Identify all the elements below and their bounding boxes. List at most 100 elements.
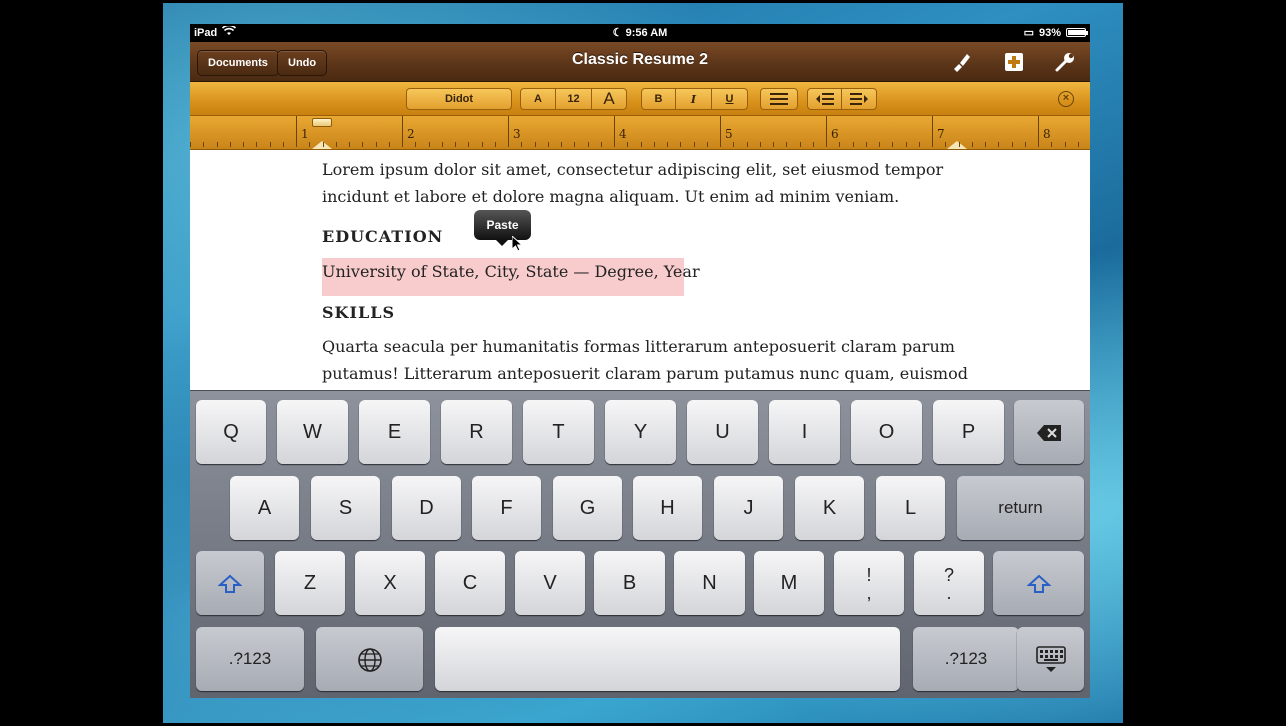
key-w[interactable]: W	[277, 400, 348, 464]
key-c[interactable]: C	[435, 551, 505, 615]
key-p[interactable]: P	[933, 400, 1004, 464]
left-margin-marker[interactable]	[312, 141, 332, 149]
body-text-line[interactable]: incidunt et labore et dolore magna aliqu…	[322, 187, 899, 206]
space-bar[interactable]	[435, 627, 900, 691]
education-text[interactable]: University of State, City, State — Degre…	[322, 262, 700, 281]
underline-button[interactable]: U	[712, 89, 747, 109]
key-exclamation-comma[interactable]: !,	[834, 551, 904, 615]
ruler-minor-tick	[574, 142, 575, 147]
ruler-minor-tick	[972, 142, 973, 147]
globe-key[interactable]	[316, 627, 423, 691]
airplay-icon: ▭	[1023, 27, 1034, 39]
key-j[interactable]: J	[714, 476, 783, 540]
key-g[interactable]: G	[553, 476, 622, 540]
skills-text-line[interactable]: Quarta seacula per humanitatis formas li…	[322, 337, 955, 356]
ruler-number: 4	[619, 127, 627, 141]
shift-icon	[217, 572, 243, 594]
key-h[interactable]: H	[633, 476, 702, 540]
ruler-major-tick	[402, 116, 403, 142]
numbers-key-left[interactable]: .?123	[196, 627, 304, 691]
font-smaller-button[interactable]: A	[521, 89, 556, 109]
education-heading[interactable]: EDUCATION	[322, 227, 443, 246]
key-d[interactable]: D	[392, 476, 461, 540]
shift-key-left[interactable]	[196, 551, 264, 615]
ruler-major-tick	[508, 116, 509, 142]
ruler-minor-tick	[786, 142, 787, 147]
font-larger-button[interactable]: A	[592, 89, 626, 109]
ruler-minor-tick	[442, 142, 443, 147]
ruler-minor-tick	[694, 142, 695, 147]
ruler-minor-tick	[270, 142, 271, 147]
close-format-bar-icon[interactable]: ×	[1058, 91, 1074, 107]
ruler-minor-tick	[455, 142, 456, 147]
key-k[interactable]: K	[795, 476, 864, 540]
status-bar: iPad ☾ 9:56 AM ▭ 93%	[190, 24, 1090, 42]
key-n[interactable]: N	[674, 551, 745, 615]
right-margin-marker[interactable]	[947, 141, 967, 149]
ruler-minor-tick	[323, 142, 324, 147]
key-z[interactable]: Z	[275, 551, 345, 615]
key-y[interactable]: Y	[605, 400, 676, 464]
ruler-minor-tick	[680, 142, 681, 147]
status-time: 9:56 AM	[625, 27, 668, 39]
key-f[interactable]: F	[472, 476, 541, 540]
skills-heading[interactable]: SKILLS	[322, 303, 395, 322]
key-l[interactable]: L	[876, 476, 945, 540]
ruler-major-tick	[1038, 116, 1039, 142]
font-name-button[interactable]: Didot	[406, 88, 512, 110]
key-bottom-symbol: .	[946, 582, 952, 603]
backspace-key[interactable]	[1014, 400, 1084, 464]
ruler-number: 2	[407, 127, 415, 141]
ruler-minor-tick	[203, 142, 204, 147]
key-m[interactable]: M	[754, 551, 824, 615]
backspace-icon	[1036, 421, 1062, 443]
key-a[interactable]: A	[230, 476, 299, 540]
ruler-minor-tick	[389, 142, 390, 147]
ruler-minor-tick	[707, 142, 708, 147]
ruler-minor-tick	[800, 142, 801, 147]
key-o[interactable]: O	[851, 400, 922, 464]
indent-icon[interactable]	[842, 89, 876, 109]
moon-icon: ☾	[612, 27, 623, 39]
paintbrush-icon[interactable]	[950, 51, 972, 73]
ruler-minor-tick	[376, 142, 377, 147]
ruler-minor-tick	[296, 142, 297, 147]
outdent-icon[interactable]	[808, 89, 842, 109]
ruler-minor-tick	[866, 142, 867, 147]
ruler-minor-tick	[892, 142, 893, 147]
key-t[interactable]: T	[523, 400, 594, 464]
battery-percent: 93%	[1038, 26, 1061, 39]
font-size-control: A 12 A	[520, 88, 627, 110]
numbers-key-right[interactable]: .?123	[913, 627, 1019, 691]
return-key[interactable]: return	[957, 476, 1084, 540]
ruler-minor-tick	[760, 142, 761, 147]
key-r[interactable]: R	[441, 400, 512, 464]
key-e[interactable]: E	[359, 400, 430, 464]
italic-button[interactable]: I	[676, 89, 712, 109]
ruler[interactable]: 1 2 3 4 5 6 7 8	[190, 116, 1090, 150]
key-i[interactable]: I	[769, 400, 840, 464]
ruler-minor-tick	[998, 142, 999, 147]
ruler-number: 5	[725, 127, 733, 141]
ruler-minor-tick	[1078, 142, 1079, 147]
wrench-icon[interactable]	[1054, 51, 1076, 73]
key-v[interactable]: V	[515, 551, 585, 615]
skills-text-line[interactable]: putamus! Litterarum anteposuerit claram …	[322, 364, 968, 383]
body-text-line[interactable]: Lorem ipsum dolor sit amet, consectetur …	[322, 160, 943, 179]
key-s[interactable]: S	[311, 476, 380, 540]
key-q[interactable]: Q	[196, 400, 266, 464]
bold-button[interactable]: B	[642, 89, 676, 109]
add-media-icon[interactable]	[1003, 51, 1025, 73]
alignment-button[interactable]	[760, 88, 798, 110]
hide-keyboard-key[interactable]	[1017, 627, 1084, 691]
font-size-value[interactable]: 12	[556, 89, 592, 109]
shift-key-right[interactable]	[993, 551, 1084, 615]
ruler-minor-tick	[190, 142, 191, 147]
key-u[interactable]: U	[687, 400, 758, 464]
document-canvas[interactable]: Lorem ipsum dolor sit amet, consectetur …	[190, 150, 1090, 390]
key-b[interactable]: B	[594, 551, 665, 615]
ruler-indent-handle[interactable]	[312, 118, 332, 127]
key-question-period[interactable]: ?.	[914, 551, 984, 615]
key-bottom-symbol: ,	[866, 582, 872, 603]
key-x[interactable]: X	[355, 551, 425, 615]
